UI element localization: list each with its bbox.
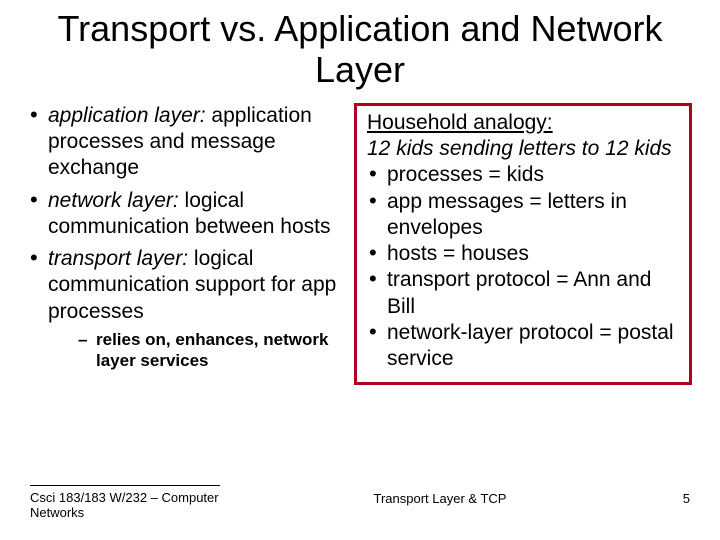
- slide-footer: Csci 183/183 W/232 – Computer Networks T…: [0, 485, 720, 520]
- bullet-transport-layer: transport layer: logical communication s…: [28, 246, 340, 371]
- analogy-bullet: transport protocol = Ann and Bill: [367, 267, 679, 320]
- sub-bullet: relies on, enhances, network layer servi…: [78, 329, 340, 372]
- course-code: Csci 183/183 W/232 – Computer Networks: [30, 490, 219, 520]
- bullet-application-layer: application layer: application processes…: [28, 103, 340, 182]
- analogy-subheading: 12 kids sending letters to 12 kids: [367, 136, 679, 162]
- analogy-bullet: hosts = houses: [367, 241, 679, 267]
- analogy-heading: Household analogy:: [367, 110, 679, 136]
- term: network layer:: [48, 189, 179, 212]
- slide-body: application layer: application processes…: [0, 103, 720, 386]
- analogy-bullet: app messages = letters in envelopes: [367, 189, 679, 242]
- analogy-box: Household analogy: 12 kids sending lette…: [354, 103, 692, 386]
- footer-left: Csci 183/183 W/232 – Computer Networks: [30, 485, 250, 520]
- term: application layer:: [48, 104, 206, 127]
- page-number: 5: [630, 485, 690, 506]
- slide-title: Transport vs. Application and Network La…: [0, 0, 720, 103]
- analogy-bullet: network-layer protocol = postal service: [367, 320, 679, 373]
- analogy-bullet: processes = kids: [367, 162, 679, 188]
- left-column: application layer: application processes…: [28, 103, 340, 386]
- footer-center: Transport Layer & TCP: [250, 485, 630, 506]
- term: transport layer:: [48, 247, 188, 270]
- bullet-network-layer: network layer: logical communication bet…: [28, 188, 340, 241]
- footer-rule: [30, 485, 220, 486]
